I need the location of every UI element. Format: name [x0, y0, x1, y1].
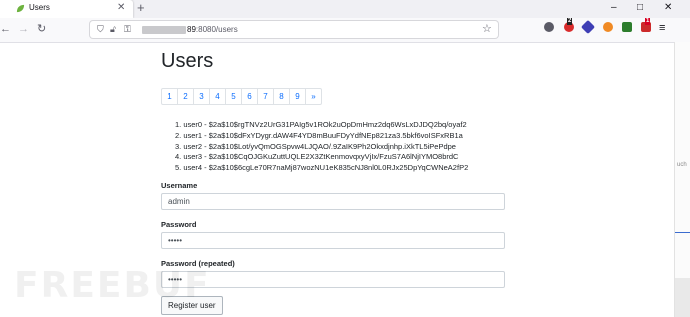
password-field[interactable]: •••••	[161, 232, 505, 249]
maximize-icon[interactable]: □	[637, 2, 643, 14]
page-link-9[interactable]: 9	[289, 88, 306, 105]
spring-leaf-icon	[16, 4, 25, 13]
password-repeated-field[interactable]: •••••	[161, 271, 505, 288]
page-link-2[interactable]: 2	[177, 88, 194, 105]
hamburger-menu-icon[interactable]: ≡	[659, 22, 665, 34]
pagination: 1 2 3 4 5 6 7 8 9 »	[161, 88, 322, 105]
username-field[interactable]: admin	[161, 193, 505, 210]
tab-bar: Users ✕ + – □ ✕	[0, 0, 690, 18]
password-label: Password	[161, 220, 197, 229]
back-icon[interactable]: ←	[0, 23, 11, 36]
extension-cookie-icon[interactable]	[603, 22, 613, 32]
extension-badge-2: 1	[645, 18, 651, 25]
extension-green-icon[interactable]	[622, 22, 632, 32]
page-title: Users	[161, 50, 214, 72]
permissions-key-icon[interactable]: ⚿	[124, 24, 131, 35]
page-link-1[interactable]: 1	[161, 88, 178, 105]
username-label: Username	[161, 181, 198, 190]
list-item: 2. user1 - $2a$10$dFxYDygr.dAW4F4YD8mBuu…	[175, 130, 463, 140]
page-link-4[interactable]: 4	[209, 88, 226, 105]
reload-icon[interactable]: ↻	[37, 23, 46, 36]
side-block	[675, 278, 690, 317]
side-divider	[675, 232, 690, 233]
page-link-8[interactable]: 8	[273, 88, 290, 105]
list-item: 3. user2 - $2a$10$Lot/yvQmOGSpvw4LJQAO/.…	[175, 141, 456, 151]
close-window-icon[interactable]: ✕	[664, 2, 672, 14]
side-fragment-text: uch	[677, 162, 687, 168]
page-link-7[interactable]: 7	[257, 88, 274, 105]
pocket-icon[interactable]	[544, 22, 554, 32]
extension-badge: 2	[567, 18, 573, 25]
new-tab-icon[interactable]: +	[137, 1, 145, 15]
url-bar[interactable]: ⛉ 🔓︎ ⚿ 89:8080/users ☆	[90, 21, 498, 38]
bookmark-star-icon[interactable]: ☆	[482, 23, 492, 35]
list-item: 5. user4 - $2a$10$6cgLe70R7naMj87wozNU1e…	[175, 163, 469, 173]
list-item: 4. user3 - $2a$10$CqOJGKuZuttUQLE2X3ZtKe…	[175, 152, 459, 162]
minimize-icon[interactable]: –	[611, 2, 617, 14]
watermark-logo: FREEBUF	[14, 265, 211, 306]
page-link-6[interactable]: 6	[241, 88, 258, 105]
forward-icon[interactable]: →	[18, 23, 29, 36]
side-window-fragment: uch	[674, 42, 690, 317]
extension-hex-icon[interactable]	[580, 19, 596, 35]
list-item: 1. user0 - $2a$10$rgTNVz2UrG31PAIg5v1ROk…	[175, 120, 467, 129]
navigation-toolbar: ← → ↻ ⛉ 🔓︎ ⚿ 89:8080/users ☆ 2 1 ≡	[0, 18, 690, 43]
tab-title: Users	[29, 3, 50, 12]
page-link-next[interactable]: »	[305, 88, 322, 105]
page-link-5[interactable]: 5	[225, 88, 242, 105]
user-list: 1. user0 - $2a$10$rgTNVz2UrG31PAIg5v1ROk…	[175, 120, 468, 174]
page-link-3[interactable]: 3	[193, 88, 210, 105]
tracking-shield-icon[interactable]: ⛉	[97, 24, 104, 35]
redacted-host	[142, 26, 186, 34]
tab-close-icon[interactable]: ✕	[117, 2, 125, 14]
browser-tab-users[interactable]: Users ✕	[0, 0, 133, 18]
insecure-lock-icon[interactable]: 🔓︎	[110, 24, 116, 35]
url-text: 89:8080/users	[187, 25, 238, 34]
